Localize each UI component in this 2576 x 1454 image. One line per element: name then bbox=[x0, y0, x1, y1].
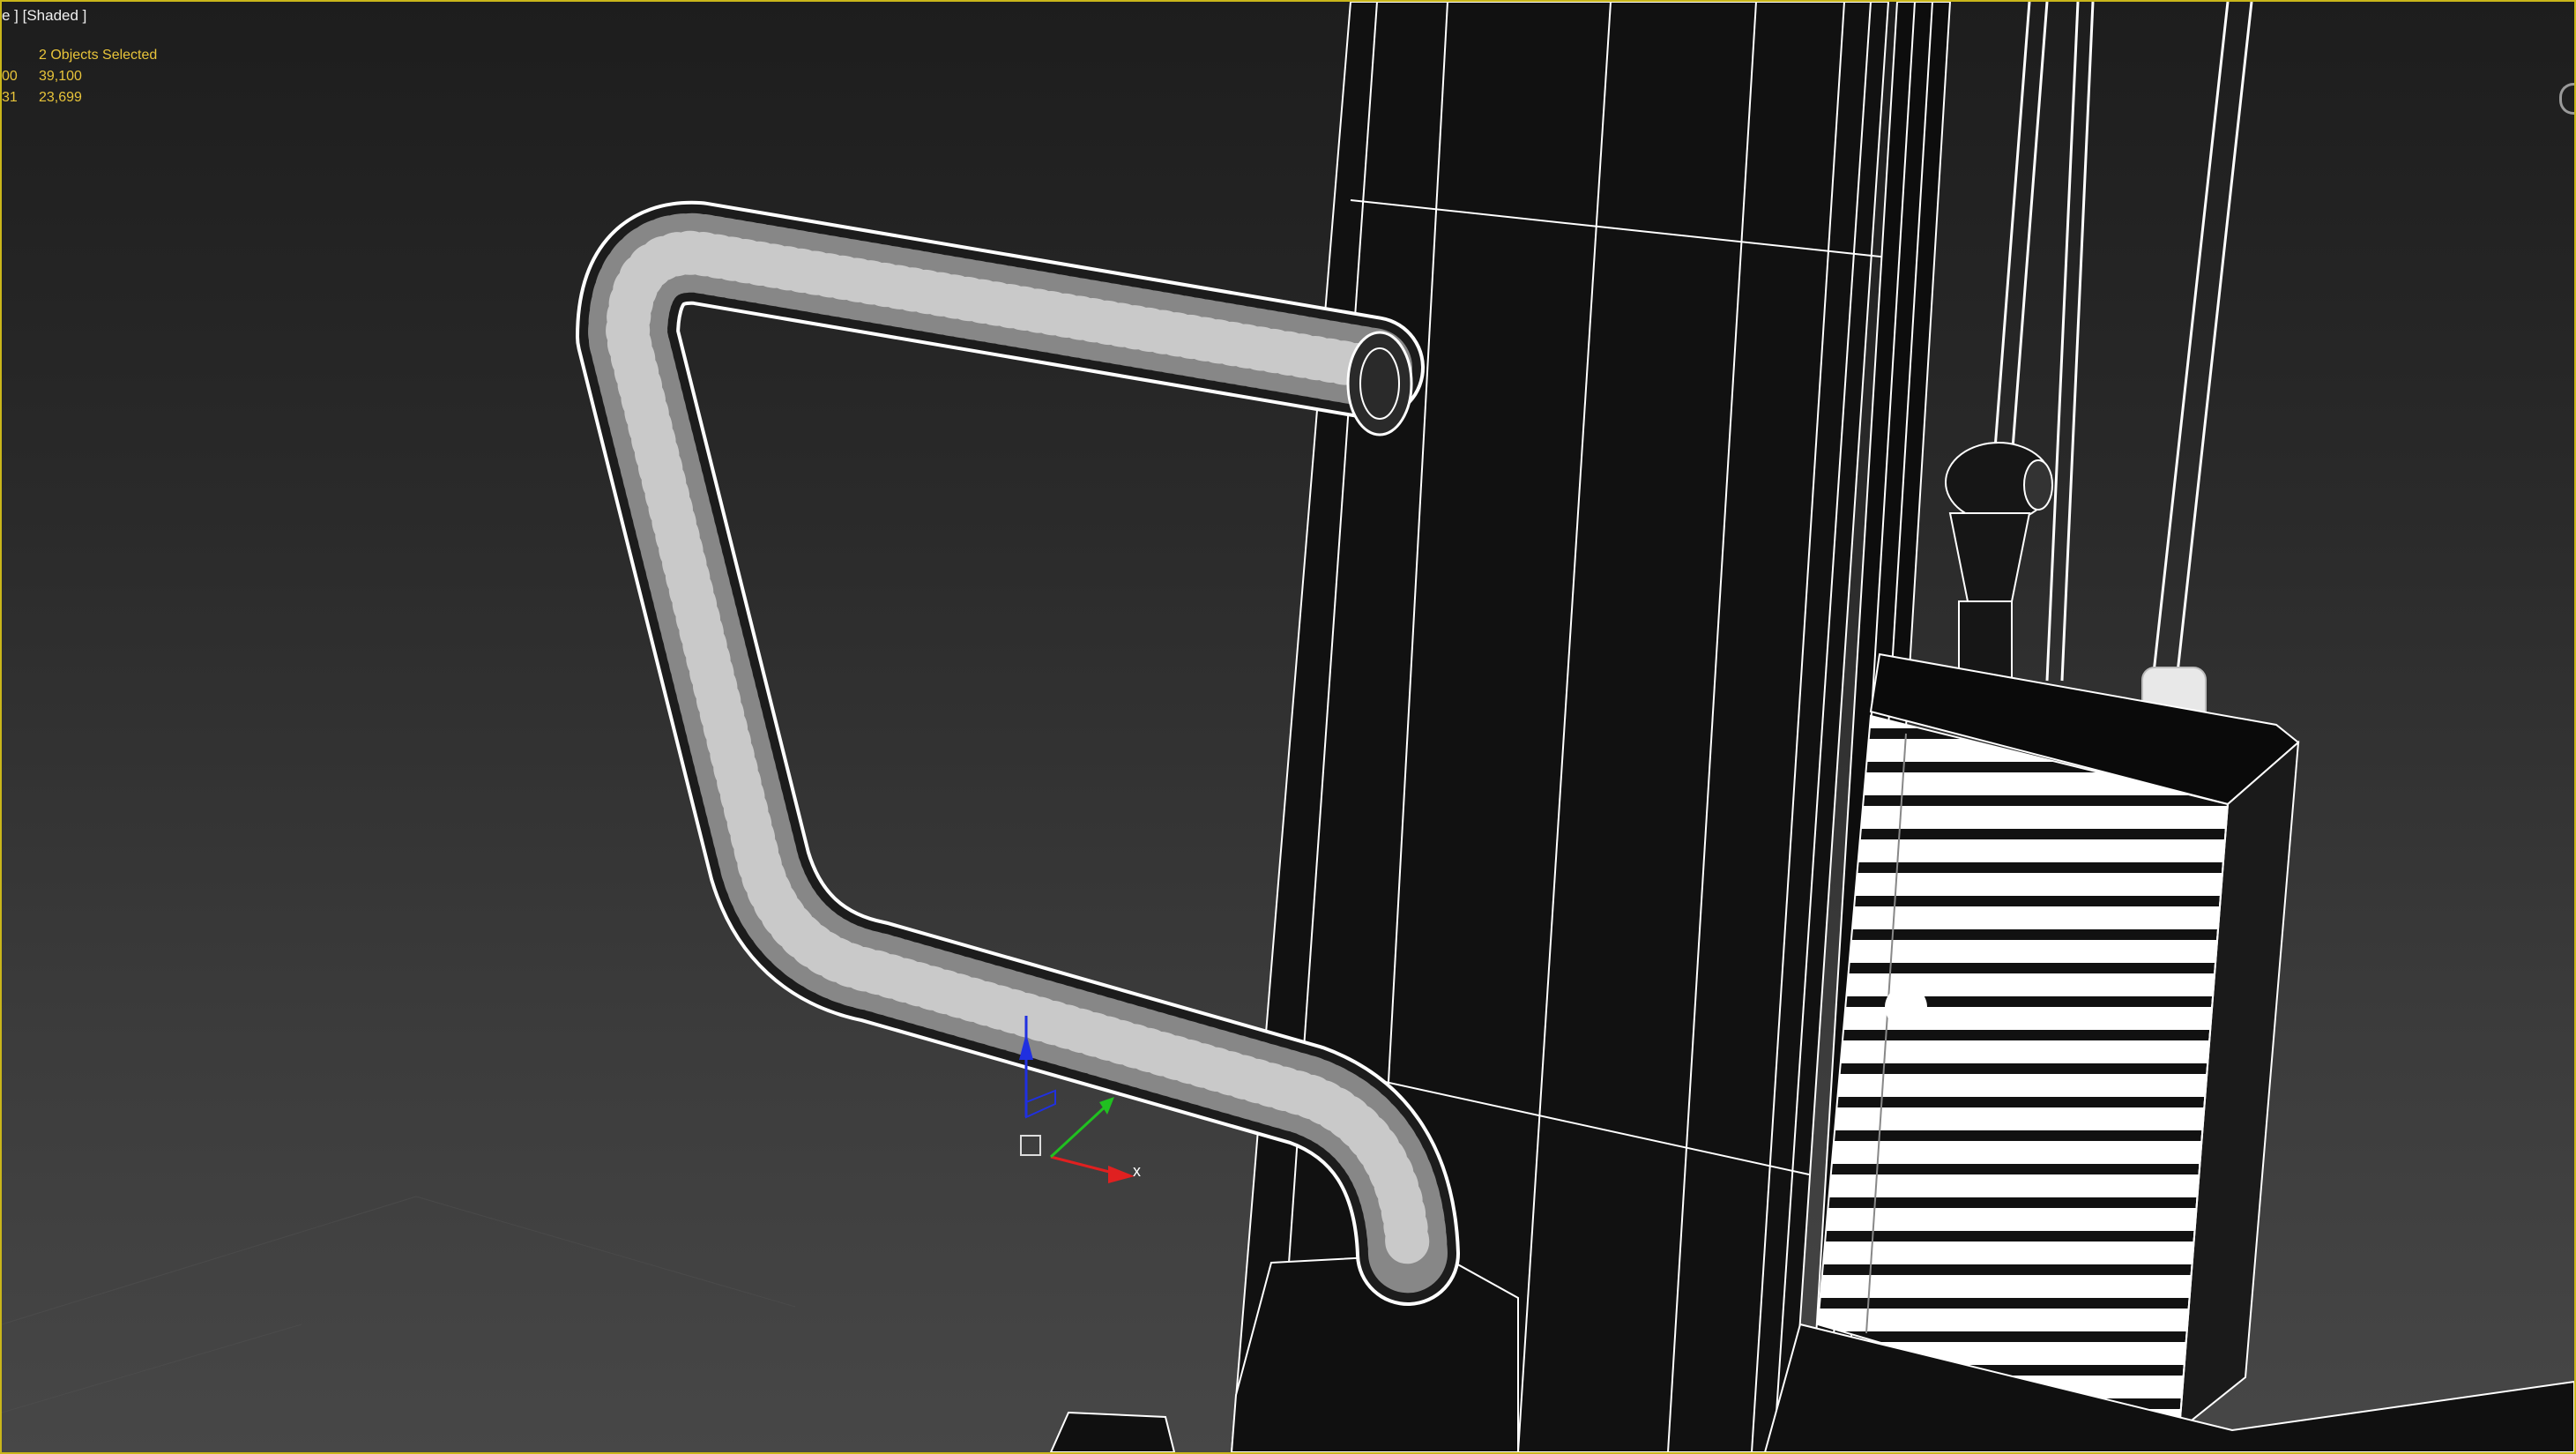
weight-stack bbox=[1816, 652, 2300, 1433]
stat-row2-left: 31 bbox=[2, 90, 18, 105]
viewport-label[interactable]: e ] [Shaded ] bbox=[2, 7, 86, 25]
machine-column bbox=[1230, 2, 1890, 1452]
stat-row1-left: 00 bbox=[2, 69, 18, 84]
machine-base bbox=[1049, 1252, 2574, 1452]
pulley bbox=[1945, 442, 2053, 708]
floor-grid bbox=[2, 1196, 796, 1413]
scene-geometry[interactable]: x bbox=[2, 2, 2574, 1452]
stat-row2-value: 23,699 bbox=[39, 90, 82, 105]
selection-count: 2 Objects Selected bbox=[39, 48, 158, 63]
cables bbox=[1992, 2, 2253, 682]
gizmo-x-label: x bbox=[1133, 1162, 1141, 1180]
stat-row1-value: 39,100 bbox=[39, 69, 82, 84]
3d-viewport[interactable]: x e ] [Shaded ] 2 Objects Selected 00 39… bbox=[0, 0, 2576, 1454]
